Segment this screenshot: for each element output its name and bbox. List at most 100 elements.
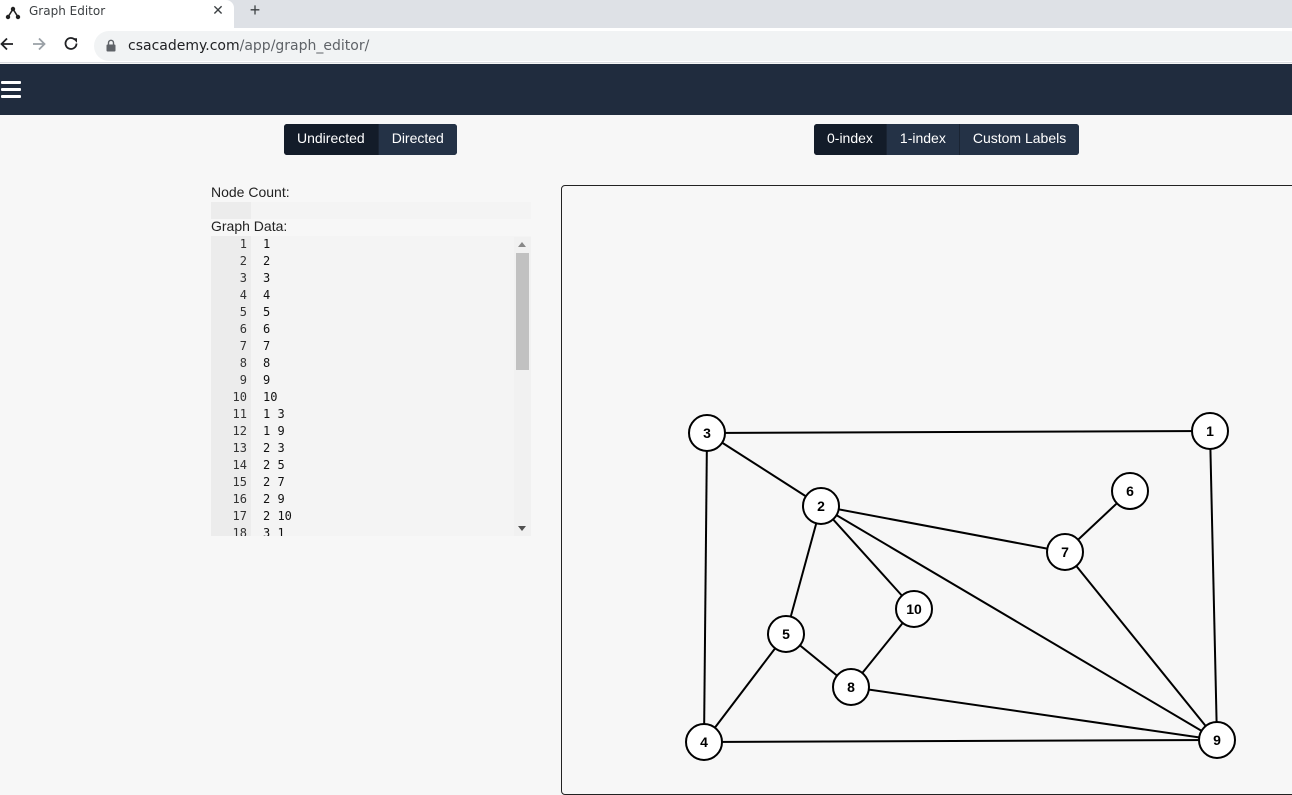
- graph-edge[interactable]: [820, 505, 1218, 741]
- graph-node[interactable]: 9: [1198, 721, 1236, 759]
- graph-edge[interactable]: [703, 633, 787, 743]
- line-number: 4: [239, 288, 247, 302]
- node-count-label: Node Count:: [211, 184, 290, 200]
- directed-button[interactable]: Directed: [377, 124, 457, 155]
- line-text: 2 10: [263, 509, 292, 523]
- editor-line: 77: [211, 338, 531, 355]
- line-text: 2 5: [263, 458, 285, 472]
- graph-node[interactable]: 8: [832, 668, 870, 706]
- zero-index-button[interactable]: 0-index: [814, 124, 886, 155]
- line-text: 2 7: [263, 475, 285, 489]
- node-label: 4: [700, 734, 708, 750]
- tab-title: Graph Editor: [29, 4, 106, 18]
- node-count-editor[interactable]: 1 10: [211, 202, 531, 219]
- line-text: 2 9: [263, 492, 285, 506]
- browser-tab[interactable]: Graph Editor ✕: [0, 0, 234, 28]
- line-number: 7: [239, 339, 247, 353]
- line-number: 12: [232, 424, 247, 438]
- forward-icon[interactable]: [29, 34, 49, 54]
- line-text: 10: [263, 390, 278, 404]
- close-tab-icon[interactable]: ✕: [210, 2, 226, 20]
- one-index-button[interactable]: 1-index: [885, 124, 959, 155]
- scroll-down-icon[interactable]: [518, 526, 526, 531]
- hamburger-icon[interactable]: [1, 81, 21, 98]
- line-number: 1: [239, 237, 247, 251]
- editor-line: 10 10: [211, 389, 531, 406]
- new-tab-button[interactable]: +: [246, 1, 264, 21]
- graph-edge[interactable]: [850, 686, 1218, 741]
- node-label: 2: [817, 498, 825, 514]
- line-number: 10: [232, 390, 247, 404]
- graph-edge[interactable]: [1064, 551, 1218, 741]
- line-number: 6: [239, 322, 247, 336]
- line-number: 18: [232, 526, 247, 536]
- graph-node[interactable]: 10: [895, 590, 933, 628]
- reload-icon[interactable]: [61, 34, 81, 54]
- indexing-toggle: 0-index 1-index Custom Labels: [814, 124, 1080, 155]
- node-label: 3: [703, 425, 711, 441]
- custom-labels-button[interactable]: Custom Labels: [958, 124, 1080, 155]
- node-label: 5: [782, 626, 790, 642]
- graph-edge[interactable]: [703, 739, 1218, 743]
- line-text: 7: [263, 339, 271, 353]
- line-number: 2: [239, 254, 247, 268]
- line-number: 11: [232, 407, 247, 421]
- line-text: 2 3: [263, 441, 285, 455]
- graph-node[interactable]: 4: [685, 723, 723, 761]
- back-icon[interactable]: [0, 34, 17, 54]
- line-number: 3: [239, 271, 247, 285]
- graph-node[interactable]: 5: [767, 615, 805, 653]
- graph-data-editor[interactable]: 1 1 2 2 3 3 4 4 5 5 6 6 7 7 8 8 9 9 10 10 11 1 3 12 1 9 13 2 3 14 2…: [211, 236, 531, 536]
- line-text: 1 9: [263, 424, 285, 438]
- editor-line: 15 2 7: [211, 474, 531, 491]
- url-path: /app/graph_editor/: [239, 38, 370, 54]
- line-number: 16: [232, 492, 247, 506]
- graph-edge[interactable]: [706, 432, 822, 507]
- graph-edge[interactable]: [785, 505, 822, 635]
- url-text: csacademy.com/app/graph_editor/: [128, 38, 369, 54]
- address-bar[interactable]: csacademy.com/app/graph_editor/: [94, 31, 1292, 61]
- browser-tabstrip: Graph Editor ✕ +: [0, 0, 1292, 28]
- editor-line: 99: [211, 372, 531, 389]
- line-text: 5: [263, 305, 271, 319]
- editor-line: 13 2 3: [211, 440, 531, 457]
- direction-toggle: Undirected Directed: [284, 124, 457, 155]
- url-host: csacademy.com: [128, 38, 240, 54]
- editor-line: 11 1 3: [211, 406, 531, 423]
- line-number: 8: [239, 356, 247, 370]
- scroll-up-icon[interactable]: [518, 242, 526, 247]
- line-number: 13: [232, 441, 247, 455]
- line-text: 3 1: [263, 526, 285, 536]
- line-number: 17: [232, 509, 247, 523]
- graph-canvas[interactable]: 1 2 3 4 5 6 7 8 9 10: [561, 185, 1292, 795]
- graph-node[interactable]: 1: [1191, 412, 1229, 450]
- line-text: 3: [263, 271, 271, 285]
- app-header: [0, 64, 1292, 115]
- editor-line: 11: [211, 236, 531, 253]
- line-text: 8: [263, 356, 271, 370]
- graph-icon: [5, 6, 21, 20]
- editor-scrollbar[interactable]: [514, 237, 531, 536]
- node-label: 8: [847, 679, 855, 695]
- editor-line: 88: [211, 355, 531, 372]
- line-text: 9: [263, 373, 271, 387]
- browser-toolbar: csacademy.com/app/graph_editor/: [0, 28, 1292, 63]
- line-number: 5: [239, 305, 247, 319]
- line-number: 14: [232, 458, 247, 472]
- lock-icon: [106, 39, 116, 52]
- editor-line: 18 3 1: [211, 525, 531, 536]
- editor-line: 16 2 9: [211, 491, 531, 508]
- editor-line: 55: [211, 304, 531, 321]
- graph-node[interactable]: 2: [802, 487, 840, 525]
- editor-line: 44: [211, 287, 531, 304]
- node-label: 6: [1126, 483, 1134, 499]
- graph-node[interactable]: 7: [1046, 533, 1084, 571]
- line-number: 15: [232, 475, 247, 489]
- graph-node[interactable]: 3: [688, 414, 726, 452]
- scroll-thumb[interactable]: [516, 253, 529, 370]
- undirected-button[interactable]: Undirected: [284, 124, 378, 155]
- graph-edge[interactable]: [703, 432, 708, 743]
- graph-edge[interactable]: [706, 430, 1211, 434]
- graph-edge[interactable]: [1209, 430, 1218, 741]
- graph-node[interactable]: 6: [1111, 472, 1149, 510]
